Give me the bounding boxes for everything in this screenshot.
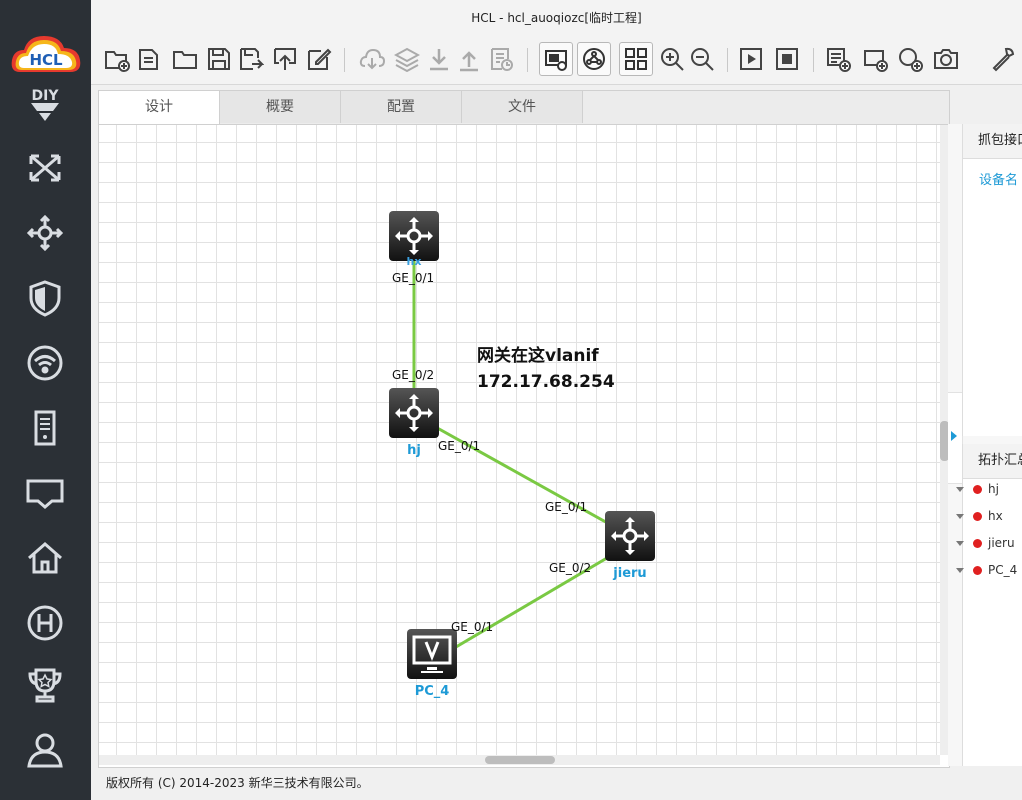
trophy-icon[interactable] xyxy=(20,660,70,710)
diy-icon[interactable]: DIY xyxy=(20,78,70,128)
tab-design[interactable]: 设计 xyxy=(99,91,220,124)
topology-summary-header: 拓扑汇总 xyxy=(963,444,1022,479)
gateway-note: 网关在这vlanif 172.17.68.254 xyxy=(477,343,615,395)
status-dot-icon xyxy=(973,539,982,548)
upload-icon[interactable] xyxy=(454,44,484,74)
capture-interface-header: 抓包接口 xyxy=(963,124,1022,159)
folder-icon[interactable] xyxy=(170,44,200,74)
download-icon[interactable] xyxy=(424,44,454,74)
screen-capture-icon[interactable] xyxy=(539,42,573,76)
svg-text:HCL: HCL xyxy=(29,51,63,69)
caret-down-icon xyxy=(956,487,964,492)
pc-monitor-icon xyxy=(407,629,457,679)
workspace-panel: 设计 概要 配置 文件 hx hj jieru PC_4 GE_0/1 GE_0… xyxy=(98,90,950,768)
capture-interface-panel: 抓包接口 设备名 xyxy=(962,124,1022,436)
firewall-shield-icon[interactable] xyxy=(20,273,70,323)
new-project-icon[interactable] xyxy=(102,44,132,74)
topo-item-pc4[interactable]: PC_4 xyxy=(956,560,1017,580)
port-label-jieru-ge01: GE_0/1 xyxy=(545,500,588,514)
h3c-icon[interactable] xyxy=(20,598,70,648)
router-device-icon[interactable] xyxy=(20,208,70,258)
add-note-icon[interactable] xyxy=(823,44,853,74)
user-icon[interactable] xyxy=(20,725,70,775)
toolbar xyxy=(91,36,1022,85)
port-label-hx-ge01: GE_0/1 xyxy=(392,271,435,285)
settings-wrench-icon[interactable] xyxy=(988,44,1018,74)
add-ellipse-icon[interactable] xyxy=(895,44,925,74)
zoom-out-icon[interactable] xyxy=(687,44,717,74)
gateway-note-line2: 172.17.68.254 xyxy=(477,372,615,392)
stop-icon[interactable] xyxy=(772,44,802,74)
server-icon[interactable] xyxy=(20,403,70,453)
node-label-jieru: jieru xyxy=(613,566,647,581)
tab-config[interactable]: 配置 xyxy=(341,91,462,123)
switch-device-icon[interactable] xyxy=(20,143,70,193)
zoom-in-icon[interactable] xyxy=(657,44,687,74)
device-name-link[interactable]: 设备名 xyxy=(963,169,1022,188)
caret-down-icon xyxy=(956,514,964,519)
tab-summary[interactable]: 概要 xyxy=(220,91,341,123)
switch-icon xyxy=(389,388,439,438)
open-project-icon[interactable] xyxy=(135,44,165,74)
horizontal-scrollbar[interactable] xyxy=(99,755,940,765)
node-label-hx: hx xyxy=(406,255,422,268)
log-icon[interactable] xyxy=(486,44,516,74)
workspace-tabs: 设计 概要 配置 文件 xyxy=(99,91,949,125)
status-dot-icon xyxy=(973,512,982,521)
terminal-monitor-icon[interactable] xyxy=(20,468,70,518)
right-panel: 抓包接口 设备名 拓扑汇总 hj hx jieru PC_4 xyxy=(948,124,1022,766)
hcl-logo: HCL xyxy=(8,28,84,80)
port-label-hj-ge01: GE_0/1 xyxy=(438,439,481,453)
triangle-right-icon xyxy=(951,431,957,441)
switch-icon xyxy=(605,511,655,561)
horizontal-scroll-thumb[interactable] xyxy=(485,756,555,764)
add-rect-icon[interactable] xyxy=(860,44,890,74)
layers-icon[interactable] xyxy=(392,44,422,74)
status-dot-icon xyxy=(973,566,982,575)
collapse-panel-toggle[interactable] xyxy=(948,392,963,484)
pc-node-pc4[interactable] xyxy=(407,629,457,679)
link-hj-jieru xyxy=(413,413,630,537)
caret-down-icon xyxy=(956,541,964,546)
cloud-icon[interactable] xyxy=(357,44,387,74)
edit-icon[interactable] xyxy=(304,44,334,74)
export-icon[interactable] xyxy=(270,44,300,74)
caret-down-icon xyxy=(956,568,964,573)
switch-node-jieru[interactable] xyxy=(605,511,655,561)
camera-icon[interactable] xyxy=(931,44,961,74)
copyright-footer: 版权所有 (C) 2014-2023 新华三技术有限公司。 xyxy=(91,768,1022,800)
switch-node-hx[interactable] xyxy=(389,211,439,261)
topo-item-jieru[interactable]: jieru xyxy=(956,533,1015,553)
save-as-icon[interactable] xyxy=(236,44,266,74)
node-label-pc4: PC_4 xyxy=(414,684,450,699)
tab-files[interactable]: 文件 xyxy=(462,91,583,123)
topo-item-hj[interactable]: hj xyxy=(956,479,999,499)
save-icon[interactable] xyxy=(204,44,234,74)
switch-icon xyxy=(389,211,439,261)
svg-text:DIY: DIY xyxy=(32,88,60,104)
left-sidebar: HCL DIY xyxy=(0,0,91,800)
switch-node-hj[interactable] xyxy=(389,388,439,438)
gateway-note-line1: 网关在这vlanif xyxy=(477,346,599,366)
topology-canvas[interactable]: hx hj jieru PC_4 GE_0/1 GE_0/2 GE_0/1 GE… xyxy=(99,125,940,755)
topology-links xyxy=(412,245,630,659)
topology-view-icon[interactable] xyxy=(577,42,611,76)
window-title: HCL - hcl_auoqiozc[临时工程] xyxy=(91,0,1022,36)
status-dot-icon xyxy=(973,485,982,494)
topo-item-hx[interactable]: hx xyxy=(956,506,1003,526)
start-icon[interactable] xyxy=(736,44,766,74)
port-label-hj-ge02: GE_0/2 xyxy=(392,368,435,382)
port-label-jieru-ge02: GE_0/2 xyxy=(549,561,592,575)
link-jieru-pc4 xyxy=(438,543,630,659)
wireless-icon[interactable] xyxy=(20,338,70,388)
grid-view-icon[interactable] xyxy=(619,42,653,76)
home-icon[interactable] xyxy=(20,533,70,583)
port-label-pc4-ge01: GE_0/1 xyxy=(451,620,494,634)
